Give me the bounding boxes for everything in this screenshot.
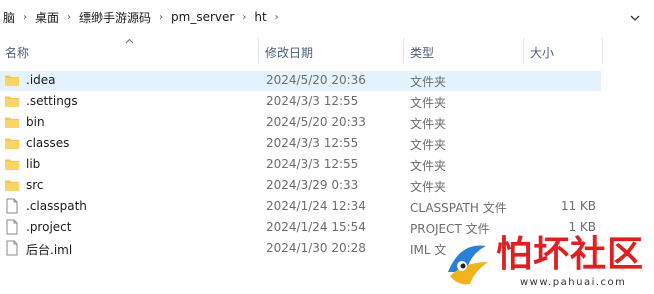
file-date: 2024/5/20 20:36: [266, 73, 366, 87]
folder-icon: [5, 159, 19, 170]
folder-icon: [5, 138, 19, 149]
file-name: .idea: [26, 73, 56, 87]
folder-icon: [5, 75, 19, 86]
file-type: 文件夹: [410, 117, 447, 131]
breadcrumb-item[interactable]: 缥缈手游源码: [76, 9, 154, 26]
column-divider[interactable]: [523, 38, 524, 64]
file-date: 2024/1/24 15:54: [266, 220, 366, 234]
column-header-name[interactable]: 名称: [5, 44, 29, 61]
file-type: 文件夹: [410, 75, 447, 89]
folder-icon: [5, 117, 19, 128]
file-name: classes: [26, 136, 70, 150]
breadcrumb-item[interactable]: ht: [251, 10, 269, 24]
breadcrumb-item[interactable]: 脑: [0, 9, 18, 26]
chevron-right-icon[interactable]: ›: [154, 12, 168, 23]
file-name: bin: [26, 115, 45, 129]
breadcrumb-item[interactable]: pm_server: [168, 10, 237, 24]
file-name: .project: [26, 220, 72, 234]
file-type: 文件夹: [410, 96, 447, 110]
file-date: 2024/1/30 20:28: [266, 241, 366, 255]
chevron-right-icon[interactable]: ›: [18, 12, 32, 23]
watermark-url: www.pahuai.com: [520, 277, 627, 288]
address-bar[interactable]: 脑 › 桌面 › 缥缈手游源码 › pm_server › ht ›: [0, 3, 654, 31]
file-date: 2024/3/29 0:33: [266, 178, 359, 192]
column-header-size[interactable]: 大小: [530, 44, 554, 61]
column-header-date[interactable]: 修改日期: [265, 44, 313, 61]
file-name: lib: [26, 157, 41, 171]
file-name: src: [26, 178, 44, 192]
file-date: 2024/5/20 20:33: [266, 115, 366, 129]
sort-ascending-icon: [125, 38, 134, 44]
file-type: PROJECT 文件: [410, 222, 490, 236]
folder-icon: [5, 180, 19, 191]
file-date: 2024/3/3 12:55: [266, 94, 359, 108]
file-row[interactable]: .settings 2024/3/3 12:55 文件夹: [0, 91, 654, 112]
chevron-right-icon[interactable]: ›: [270, 12, 284, 23]
file-row[interactable]: .classpath 2024/1/24 12:34 CLASSPATH 文件 …: [0, 196, 654, 217]
column-header-row: 名称 修改日期 类型 大小: [0, 38, 654, 64]
file-date: 2024/3/3 12:55: [266, 136, 359, 150]
chevron-right-icon[interactable]: ›: [62, 12, 76, 23]
file-row[interactable]: .project 2024/1/24 15:54 PROJECT 文件 1 KB: [0, 217, 654, 238]
column-divider[interactable]: [403, 38, 404, 64]
file-row[interactable]: lib 2024/3/3 12:55 文件夹: [0, 154, 654, 175]
chevron-down-icon[interactable]: [630, 14, 640, 22]
column-header-type[interactable]: 类型: [410, 44, 434, 61]
file-row[interactable]: bin 2024/5/20 20:33 文件夹: [0, 112, 654, 133]
file-icon: [6, 240, 18, 256]
file-type: IML 文: [410, 243, 447, 257]
file-size: 1 KB: [568, 220, 596, 234]
breadcrumb-item[interactable]: 桌面: [32, 9, 62, 26]
column-divider[interactable]: [258, 38, 259, 64]
file-type: 文件夹: [410, 159, 447, 173]
file-row[interactable]: .idea 2024/5/20 20:36 文件夹: [0, 70, 654, 91]
column-divider[interactable]: [602, 38, 603, 64]
file-name: 后台.iml: [26, 243, 73, 257]
file-icon: [6, 198, 18, 214]
file-type: 文件夹: [410, 138, 447, 152]
folder-icon: [5, 96, 19, 107]
file-size: 11 KB: [560, 199, 596, 213]
file-name: .classpath: [26, 199, 87, 213]
chevron-right-icon[interactable]: ›: [237, 12, 251, 23]
file-name: .settings: [26, 94, 78, 108]
file-type: 文件夹: [410, 180, 447, 194]
file-date: 2024/3/3 12:55: [266, 157, 359, 171]
file-icon: [6, 219, 18, 235]
file-date: 2024/1/24 12:34: [266, 199, 366, 213]
file-type: CLASSPATH 文件: [410, 201, 507, 215]
file-row[interactable]: src 2024/3/29 0:33 文件夹: [0, 175, 654, 196]
breadcrumb: 脑 › 桌面 › 缥缈手游源码 › pm_server › ht ›: [0, 3, 620, 31]
file-list: .idea 2024/5/20 20:36 文件夹 .settings 2024…: [0, 70, 654, 259]
file-row[interactable]: 后台.iml 2024/1/30 20:28 IML 文: [0, 238, 654, 259]
file-row[interactable]: classes 2024/3/3 12:55 文件夹: [0, 133, 654, 154]
